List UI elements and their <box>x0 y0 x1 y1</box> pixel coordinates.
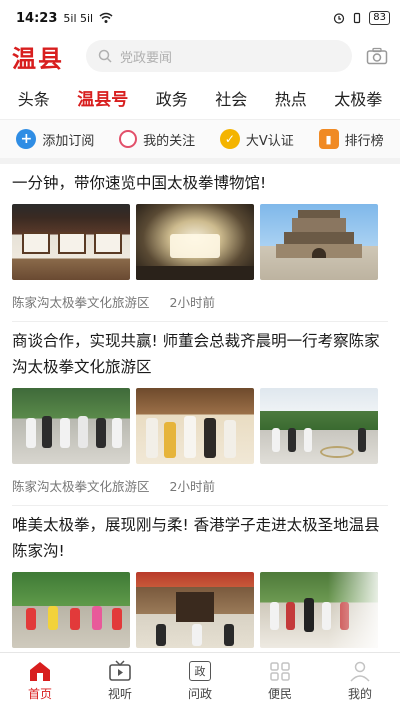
tab-headlines[interactable]: 头条 <box>14 80 54 116</box>
plus-icon: + <box>16 129 37 149</box>
news-feed: 一分钟，带你速览中国太极拳博物馆! 陈家沟太极拳文化旅游区 2小时前 商谈合作，… <box>0 164 400 648</box>
tab-profile[interactable]: 我的 <box>328 659 392 702</box>
tab-home-label: 首页 <box>27 687 52 701</box>
channel-tabs: 头条 温县号 政务 社会 热点 太极拳 <box>0 76 400 120</box>
article-card[interactable]: 商谈合作，实现共赢! 师董会总裁齐晨明一行考察陈家沟太极拳文化旅游区 陈家沟太极… <box>12 322 388 506</box>
app-header: 温县 党政要闻 <box>0 36 400 76</box>
wifi-icon <box>99 12 113 23</box>
article-card[interactable]: 唯美太极拳，展现刚与柔! 香港学子走进太极圣地温县陈家沟! <box>12 506 388 648</box>
status-left: 14:23 5il 5il <box>16 11 113 26</box>
article-thumbnails <box>12 572 388 648</box>
ranking-icon: ▮ <box>318 129 339 149</box>
tv-icon <box>107 659 133 683</box>
search-placeholder: 党政要闻 <box>120 50 173 66</box>
verified-v-button[interactable]: ✓ 大V认证 <box>219 129 294 149</box>
home-icon <box>27 659 53 683</box>
article-thumbnail <box>136 572 254 648</box>
article-title: 唯美太极拳，展现刚与柔! 香港学子走进太极圣地温县陈家沟! <box>12 516 380 560</box>
profile-icon <box>347 659 373 683</box>
tab-wenxian-hao[interactable]: 温县号 <box>73 79 132 116</box>
circle-icon <box>119 130 138 148</box>
article-time: 2小时前 <box>169 295 215 310</box>
tab-services[interactable]: 便民 <box>248 659 312 702</box>
search-icon <box>98 49 112 63</box>
article-time: 2小时前 <box>169 479 215 494</box>
check-badge-icon: ✓ <box>219 129 240 149</box>
tab-video[interactable]: 视听 <box>88 659 152 702</box>
status-time: 14:23 <box>16 10 58 26</box>
camera-icon <box>366 47 388 65</box>
article-thumbnails <box>12 204 388 280</box>
status-right: 83 <box>333 11 390 25</box>
article-thumbnail <box>260 572 378 648</box>
app-logo[interactable]: 温县 <box>12 39 72 74</box>
article-source: 陈家沟太极拳文化旅游区 <box>12 295 150 310</box>
alarm-icon <box>334 13 345 24</box>
gov-icon: 政 <box>187 659 213 683</box>
article-card[interactable]: 一分钟，带你速览中国太极拳博物馆! 陈家沟太极拳文化旅游区 2小时前 <box>12 164 388 322</box>
service-icon <box>267 659 293 683</box>
tab-services-label: 便民 <box>267 687 292 701</box>
tab-taiji[interactable]: 太极拳 <box>330 80 386 116</box>
tab-inquiry[interactable]: 政 问政 <box>168 659 232 702</box>
bottom-tab-bar: 首页 视听 政 问政 便民 我的 <box>0 652 400 708</box>
add-subscription-label: 添加订阅 <box>42 133 95 149</box>
article-thumbnail <box>136 204 254 280</box>
camera-button[interactable] <box>366 45 388 67</box>
ranking-label: 排行榜 <box>344 133 384 149</box>
article-thumbnail <box>12 204 130 280</box>
article-thumbnail <box>260 388 378 464</box>
search-bar[interactable]: 党政要闻 <box>86 40 352 72</box>
article-source: 陈家沟太极拳文化旅游区 <box>12 479 150 494</box>
tab-government[interactable]: 政务 <box>152 80 192 116</box>
tab-home[interactable]: 首页 <box>8 659 72 702</box>
vibrate-icon <box>354 12 361 24</box>
shortcut-bar: + 添加订阅 我的关注 ✓ 大V认证 ▮ 排行榜 <box>0 120 400 164</box>
verified-v-label: 大V认证 <box>245 133 294 149</box>
add-subscription-button[interactable]: + 添加订阅 <box>16 129 94 149</box>
article-meta: 陈家沟太极拳文化旅游区 2小时前 <box>12 280 388 322</box>
article-meta: 陈家沟太极拳文化旅游区 2小时前 <box>12 464 388 506</box>
my-follows-label: 我的关注 <box>143 133 196 149</box>
tab-inquiry-label: 问政 <box>187 687 212 701</box>
article-thumbnail <box>136 388 254 464</box>
article-title: 商谈合作，实现共赢! 师董会总裁齐晨明一行考察陈家沟太极拳文化旅游区 <box>12 332 380 376</box>
tab-society[interactable]: 社会 <box>211 80 251 116</box>
gov-glyph: 政 <box>189 661 211 681</box>
article-thumbnail <box>12 572 130 648</box>
article-thumbnail <box>260 204 378 280</box>
article-title: 一分钟，带你速览中国太极拳博物馆! <box>12 174 267 192</box>
ranking-button[interactable]: ▮ 排行榜 <box>318 129 384 149</box>
tab-profile-label: 我的 <box>347 687 372 701</box>
article-thumbnails <box>12 388 388 464</box>
tab-hot[interactable]: 热点 <box>271 80 311 116</box>
my-follows-button[interactable]: 我的关注 <box>119 130 195 149</box>
signal-indicator: 5il 5il <box>63 11 94 25</box>
battery-indicator: 83 <box>369 11 390 25</box>
status-bar: 14:23 5il 5il 83 <box>0 0 400 36</box>
article-thumbnail <box>12 388 130 464</box>
tab-video-label: 视听 <box>107 687 132 701</box>
